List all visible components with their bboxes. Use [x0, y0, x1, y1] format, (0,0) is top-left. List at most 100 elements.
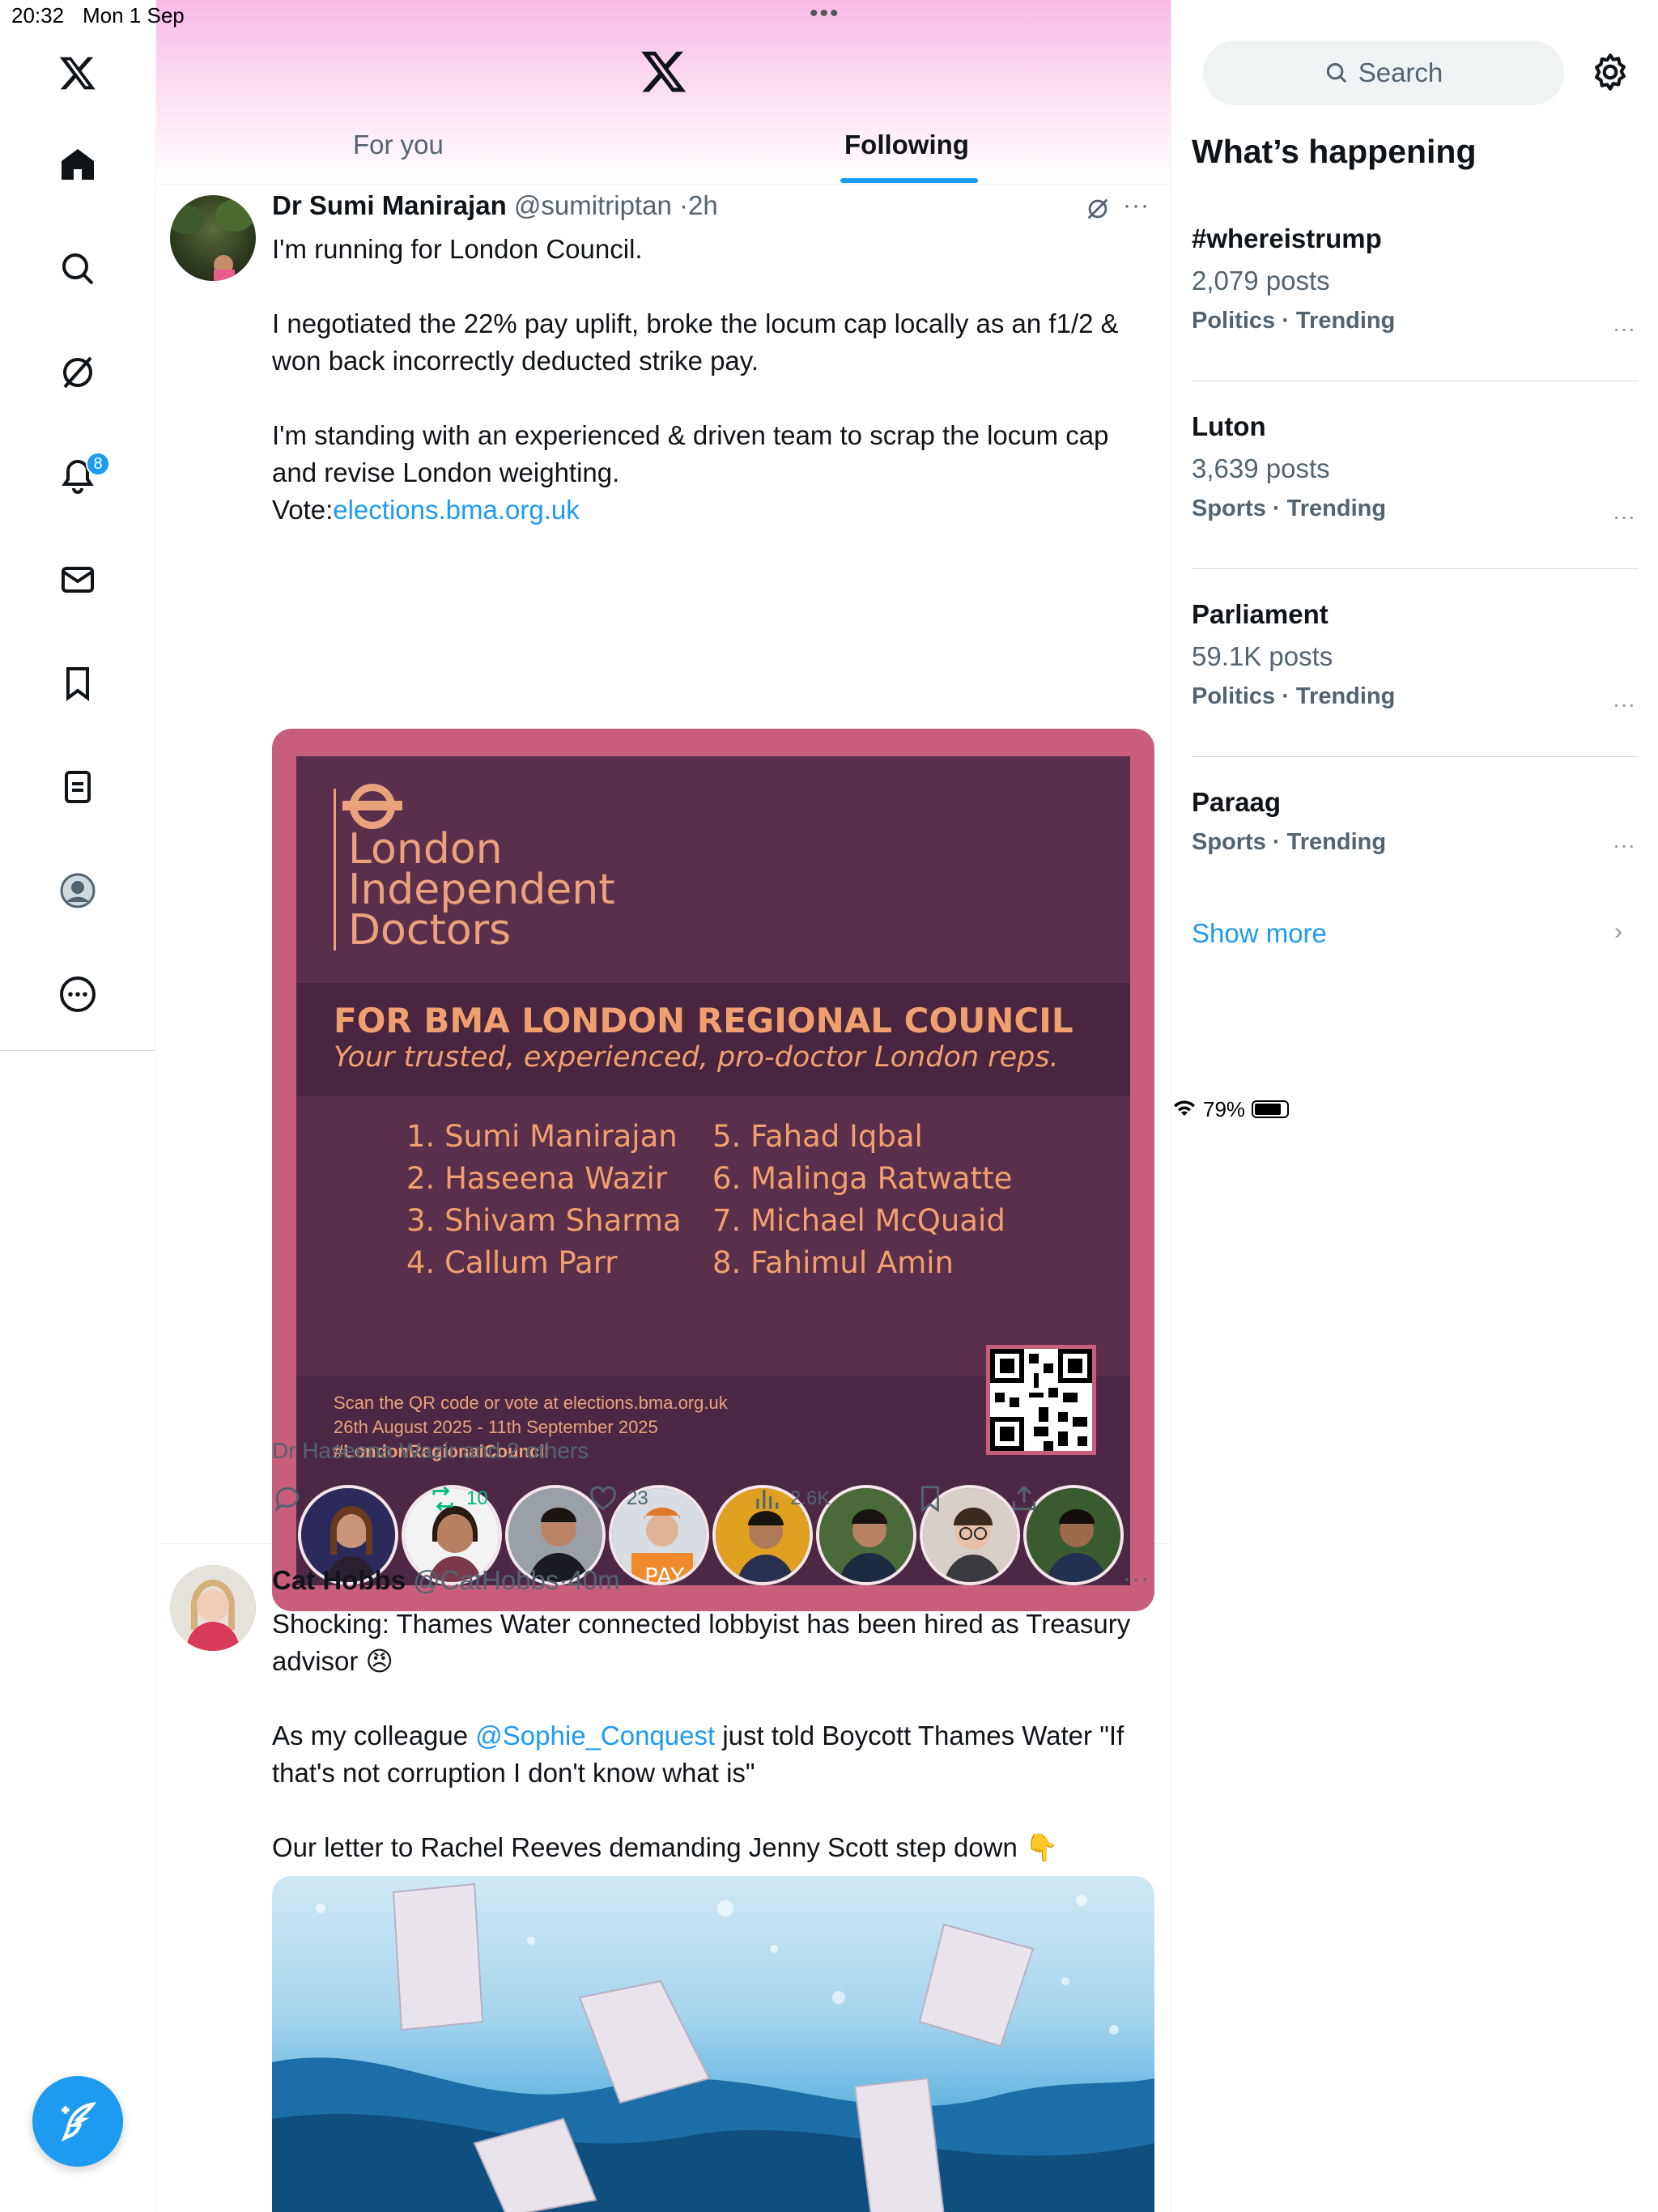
tweet[interactable]: Dr Sumi Manirajan @sumitriptan ·2h ··· I… — [156, 185, 1171, 1611]
tweet-line — [272, 380, 1154, 417]
poster-title: FOR BMA LONDON REGIONAL COUNCIL — [334, 1001, 1073, 1040]
candidate: 7. Michael McQuaid — [712, 1203, 1005, 1238]
compose-feather-icon — [61, 2102, 97, 2142]
share-button[interactable] — [1009, 1483, 1039, 1514]
tweet-time[interactable]: 40m — [568, 1565, 619, 1595]
grok-icon[interactable] — [45, 340, 110, 405]
like-button[interactable]: 23 — [588, 1483, 648, 1514]
battery-icon — [1252, 1100, 1290, 1118]
bookmarks-icon[interactable] — [45, 651, 110, 716]
author-name[interactable]: Dr Sumi Manirajan — [272, 190, 507, 220]
bookmark-icon — [921, 1486, 939, 1513]
author-handle[interactable]: @CatHobbs — [413, 1565, 559, 1595]
tweet-more-icon[interactable]: ··· — [1123, 192, 1150, 219]
views-count: 2.6K — [790, 1487, 831, 1509]
candidate: 6. Malinga Ratwatte — [712, 1161, 1013, 1196]
bookmark-button[interactable] — [915, 1483, 946, 1514]
separator-dot: · — [678, 190, 688, 220]
notifications-badge: 8 — [86, 452, 110, 476]
multitasking-dots-icon[interactable]: ••• — [810, 0, 840, 28]
tweet-header: Cat Hobbs @CatHobbs·40m — [272, 1565, 620, 1596]
reply-button[interactable] — [272, 1483, 311, 1514]
poster-org-name: London Independent Doctors — [348, 825, 615, 955]
tweet-spacer — [272, 1680, 1154, 1717]
tweet-line: As my colleague @Sophie_Conquest just to… — [272, 1717, 1154, 1792]
avatar[interactable] — [170, 1565, 256, 1651]
tweet-time[interactable]: 2h — [688, 190, 718, 220]
repost-icon — [432, 1486, 453, 1512]
active-tab-indicator — [840, 178, 978, 183]
roundel-logo-icon — [342, 784, 402, 829]
compose-post-button[interactable] — [32, 2076, 123, 2167]
vote-label: Vote: — [272, 495, 334, 525]
notifications-bell-icon[interactable]: 8 — [45, 444, 110, 508]
repost-count: 10 — [466, 1487, 488, 1509]
separator-dot: · — [559, 1565, 568, 1595]
tweet-line: I negotiated the 22% pay uplift, broke t… — [272, 308, 1119, 376]
footer-line: Scan the QR code or vote at elections.bm… — [334, 1393, 728, 1413]
candidate: 8. Fahimul Amin — [712, 1245, 954, 1280]
org-line: London — [348, 825, 503, 874]
profile-avatar-icon[interactable] — [45, 858, 110, 923]
reply-icon — [274, 1487, 300, 1512]
tweet-spacer — [272, 1792, 1154, 1829]
views-chart-icon — [756, 1489, 779, 1509]
search-icon[interactable] — [45, 236, 110, 301]
candidate: 5. Fahad Iqbal — [712, 1119, 923, 1154]
left-nav: 8 — [0, 0, 155, 1051]
poster-line — [334, 789, 336, 951]
footer-line: 26th August 2025 - 11th September 2025 — [334, 1417, 658, 1437]
tweet-line — [272, 268, 1154, 305]
tweet-line: I'm running for London Council. — [272, 234, 643, 264]
avatar[interactable] — [170, 195, 256, 281]
status-bar: 20:32 Mon 1 Sep ••• 79% — [0, 0, 1658, 1121]
candidate: 3. Shivam Sharma — [406, 1203, 682, 1238]
org-line: Independent — [348, 866, 615, 914]
tweet-line: I'm standing with an experienced & drive… — [272, 420, 1109, 487]
poster-subtitle: Your trusted, experienced, pro-doctor Lo… — [334, 1041, 1059, 1074]
grok-icon[interactable] — [1084, 195, 1112, 223]
vote-link[interactable]: elections.bma.org.uk — [333, 495, 580, 525]
tweet-actions: 10 23 2.6K — [272, 1483, 1082, 1519]
tweet[interactable]: Cat Hobbs @CatHobbs·40m ··· Shocking: Th… — [156, 1544, 1171, 2212]
status-time: 20:32 — [11, 3, 65, 28]
author-handle[interactable]: @sumitriptan — [514, 190, 672, 220]
heart-icon — [590, 1486, 616, 1511]
battery-percent: 79% — [1203, 1096, 1246, 1121]
views-button[interactable]: 2.6K — [751, 1483, 830, 1514]
qr-code-icon — [986, 1345, 1096, 1455]
candidate: 2. Haseena Wazir — [406, 1161, 668, 1196]
x-logo-icon[interactable] — [640, 47, 688, 96]
tab-for-you[interactable]: For you — [353, 130, 444, 160]
status-right: 79% — [1172, 3, 1658, 2212]
messages-envelope-icon[interactable] — [45, 547, 110, 612]
org-line: Doctors — [348, 906, 512, 955]
author-name[interactable]: Cat Hobbs — [272, 1565, 406, 1595]
tab-following[interactable]: Following — [844, 130, 969, 160]
liked-by-text[interactable]: Dr Haseena Wazir and 2 others — [272, 1438, 589, 1464]
home-icon[interactable] — [45, 133, 110, 198]
tweet-line: Our letter to Rachel Reeves demanding Je… — [272, 1832, 1059, 1862]
tweet-image-photo[interactable] — [272, 1876, 1154, 2212]
status-date: Mon 1 Sep — [83, 3, 185, 28]
share-icon — [1012, 1485, 1036, 1511]
lists-icon[interactable] — [45, 755, 110, 819]
tweet-header: Dr Sumi Manirajan @sumitriptan ·2h — [272, 190, 718, 221]
repost-button[interactable]: 10 — [427, 1483, 488, 1514]
x-logo-icon[interactable] — [45, 40, 110, 105]
candidate: 1. Sumi Manirajan — [406, 1119, 678, 1154]
tweet-text: I'm running for London Council. I negoti… — [272, 231, 1154, 529]
candidates-right: 5. Fahad Iqbal 6. Malinga Ratwatte 7. Mi… — [712, 1116, 1012, 1284]
tweet-more-icon[interactable]: ··· — [1123, 1565, 1150, 1593]
more-options-icon[interactable] — [45, 962, 110, 1027]
candidates-left: 1. Sumi Manirajan 2. Haseena Wazir 3. Sh… — [406, 1116, 682, 1284]
tweet-image-poster[interactable]: London Independent Doctors FOR BMA LONDO… — [272, 729, 1154, 1611]
timeline-column: For you Following Dr Sumi Manirajan @sum… — [156, 0, 1171, 2212]
tweet-text: Shocking: Thames Water connected lobbyis… — [272, 1606, 1154, 1866]
tweet-line-text: As my colleague — [272, 1721, 476, 1750]
like-count: 23 — [627, 1487, 648, 1509]
wifi-icon — [1174, 1100, 1195, 1116]
candidate: 4. Callum Parr — [406, 1245, 618, 1280]
tweet-line: Shocking: Thames Water connected lobbyis… — [272, 1609, 1131, 1676]
mention-link[interactable]: @Sophie_Conquest — [475, 1721, 715, 1750]
